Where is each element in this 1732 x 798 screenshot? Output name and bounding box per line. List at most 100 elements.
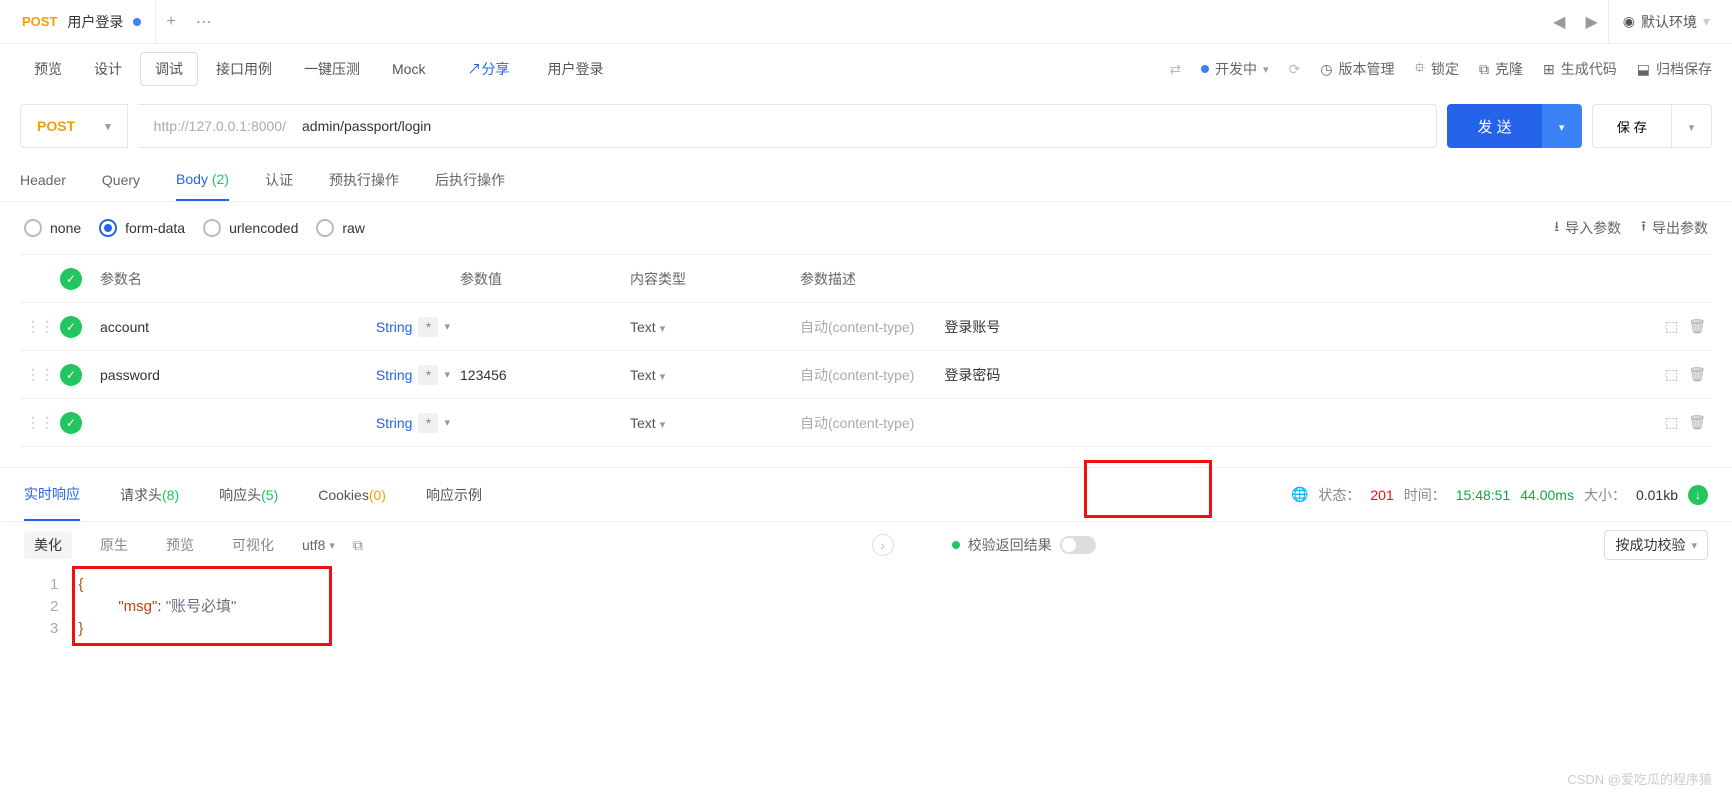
param-row: ⋮⋮ ✓ password String*▾ 123456 Text ▾ 自动(… <box>20 351 1712 399</box>
mode-stress[interactable]: 一键压测 <box>290 53 374 85</box>
code-icon: ⊞ <box>1543 61 1555 78</box>
param-name[interactable]: password <box>100 367 360 383</box>
subtab-header[interactable]: Header <box>20 158 66 201</box>
dev-status[interactable]: 开发中▾ <box>1201 59 1269 79</box>
url-input[interactable]: http://127.0.0.1:8000/ admin/passport/lo… <box>138 104 1438 148</box>
environment-selector[interactable]: ◉ 默认环境 ▾ <box>1608 0 1724 43</box>
mode-mock[interactable]: Mock <box>378 55 439 83</box>
verify-button[interactable]: 按成功校验▾ <box>1604 530 1708 560</box>
resp-tab-resph[interactable]: 响应头(5) <box>219 468 278 521</box>
size-value: 0.01kb <box>1636 487 1678 503</box>
subtab-pre[interactable]: 预执行操作 <box>329 158 399 201</box>
verify-dot <box>952 541 960 549</box>
check-all-icon[interactable]: ✓ <box>60 268 82 290</box>
more-tabs-icon[interactable]: ⋯ <box>186 12 222 32</box>
request-tab[interactable]: POST 用户登录 <box>8 0 156 43</box>
mode-design[interactable]: 设计 <box>80 53 136 85</box>
radio-raw[interactable]: raw <box>316 219 365 237</box>
line-numbers: 123 <box>50 574 78 640</box>
export-params[interactable]: ⭱导出参数 <box>1641 216 1708 240</box>
radio-formdata[interactable]: form-data <box>99 219 185 237</box>
add-tab-icon[interactable]: + <box>156 13 185 31</box>
resp-tab-example[interactable]: 响应示例 <box>426 468 482 521</box>
param-desc[interactable]: 自动(content-type)登录密码 <box>800 365 1652 385</box>
response-body[interactable]: { "msg": "账号必填" } <box>78 574 236 640</box>
check-icon[interactable]: ✓ <box>60 412 82 434</box>
status-code: 201 <box>1370 487 1393 503</box>
archive-icon: ⬓ <box>1637 61 1650 78</box>
version-button[interactable]: ◷版本管理 <box>1320 59 1394 79</box>
clone-button[interactable]: ⧉克隆 <box>1479 59 1523 79</box>
view-visual[interactable]: 可视化 <box>222 531 284 559</box>
time-label: 时间： <box>1404 485 1446 505</box>
verify-label: 校验返回结果 <box>968 535 1052 555</box>
radio-none[interactable]: none <box>24 219 81 237</box>
mode-debug[interactable]: 调试 <box>140 52 198 86</box>
copy-icon: ⧉ <box>1479 61 1489 78</box>
cube-icon[interactable]: ⬚ <box>1665 414 1678 431</box>
globe-icon: 🌐 <box>1291 486 1308 503</box>
type-selector[interactable]: String*▾ <box>360 365 460 385</box>
text-selector[interactable]: Text ▾ <box>630 415 800 431</box>
delete-icon[interactable]: 🗑 <box>1688 366 1706 383</box>
save-dropdown[interactable]: ▾ <box>1672 104 1712 148</box>
param-row: ⋮⋮ ✓ String*▾ Text ▾ 自动(content-type) ⬚ 🗑 <box>20 399 1712 447</box>
expand-icon[interactable]: › <box>872 534 894 556</box>
share-link[interactable]: ↗分享 <box>453 53 523 85</box>
param-row: ⋮⋮ ✓ account String*▾ Text ▾ 自动(content-… <box>20 303 1712 351</box>
method-selector[interactable]: POST ▾ <box>20 104 128 148</box>
resp-tab-reqh[interactable]: 请求头(8) <box>120 468 179 521</box>
size-label: 大小： <box>1584 485 1626 505</box>
lock-button[interactable]: ⯐锁定 <box>1415 57 1460 81</box>
copy-icon[interactable]: ⧉ <box>353 537 363 554</box>
import-params[interactable]: ⭳导入参数 <box>1554 216 1621 240</box>
url-base: http://127.0.0.1:8000/ <box>154 118 286 134</box>
check-icon[interactable]: ✓ <box>60 316 82 338</box>
cube-icon[interactable]: ⬚ <box>1665 318 1678 335</box>
wrap-icon[interactable]: ⇄ <box>1169 61 1181 78</box>
delete-icon[interactable]: 🗑 <box>1688 414 1706 431</box>
mode-cases[interactable]: 接口用例 <box>202 53 286 85</box>
download-icon[interactable]: ↓ <box>1688 485 1708 505</box>
dirty-indicator <box>133 18 141 26</box>
sync-icon[interactable]: ⟳ <box>1289 61 1301 78</box>
check-icon[interactable]: ✓ <box>60 364 82 386</box>
subtab-query[interactable]: Query <box>102 158 140 201</box>
view-pretty[interactable]: 美化 <box>24 531 72 559</box>
col-name: 参数名 <box>100 269 360 289</box>
subtab-post[interactable]: 后执行操作 <box>435 158 505 201</box>
mode-preview[interactable]: 预览 <box>20 53 76 85</box>
send-button[interactable]: 发 送 <box>1447 104 1541 148</box>
cube-icon[interactable]: ⬚ <box>1665 366 1678 383</box>
chevron-down-icon: ▾ <box>105 120 111 133</box>
radio-urlencoded[interactable]: urlencoded <box>203 219 298 237</box>
param-desc[interactable]: 自动(content-type) <box>800 413 1652 433</box>
encoding-selector[interactable]: utf8▾ <box>302 537 335 553</box>
drag-icon[interactable]: ⋮⋮ <box>20 366 60 383</box>
save-button[interactable]: 保 存 <box>1592 104 1672 148</box>
prev-icon[interactable]: ◀ <box>1543 12 1575 32</box>
type-selector[interactable]: String*▾ <box>360 413 460 433</box>
verify-toggle[interactable] <box>1060 536 1096 554</box>
param-value[interactable]: 123456 <box>460 367 630 383</box>
archive-button[interactable]: ⬓归档保存 <box>1637 59 1712 79</box>
next-icon[interactable]: ▶ <box>1575 12 1607 32</box>
subtab-body[interactable]: Body (2) <box>176 158 229 201</box>
drag-icon[interactable]: ⋮⋮ <box>20 318 60 335</box>
gencode-button[interactable]: ⊞生成代码 <box>1543 59 1617 79</box>
view-preview[interactable]: 预览 <box>156 531 204 559</box>
resp-tab-live[interactable]: 实时响应 <box>24 468 80 521</box>
type-selector[interactable]: String*▾ <box>360 317 460 337</box>
param-desc[interactable]: 自动(content-type)登录账号 <box>800 317 1652 337</box>
drag-icon[interactable]: ⋮⋮ <box>20 414 60 431</box>
text-selector[interactable]: Text ▾ <box>630 319 800 335</box>
resp-tab-cookies[interactable]: Cookies(0) <box>318 468 386 521</box>
view-raw[interactable]: 原生 <box>90 531 138 559</box>
col-desc: 参数描述 <box>800 269 1652 289</box>
upload-icon: ⭱ <box>1641 216 1646 240</box>
subtab-auth[interactable]: 认证 <box>265 158 293 201</box>
send-dropdown[interactable]: ▾ <box>1542 104 1582 148</box>
param-name[interactable]: account <box>100 319 360 335</box>
text-selector[interactable]: Text ▾ <box>630 367 800 383</box>
delete-icon[interactable]: 🗑 <box>1688 318 1706 335</box>
